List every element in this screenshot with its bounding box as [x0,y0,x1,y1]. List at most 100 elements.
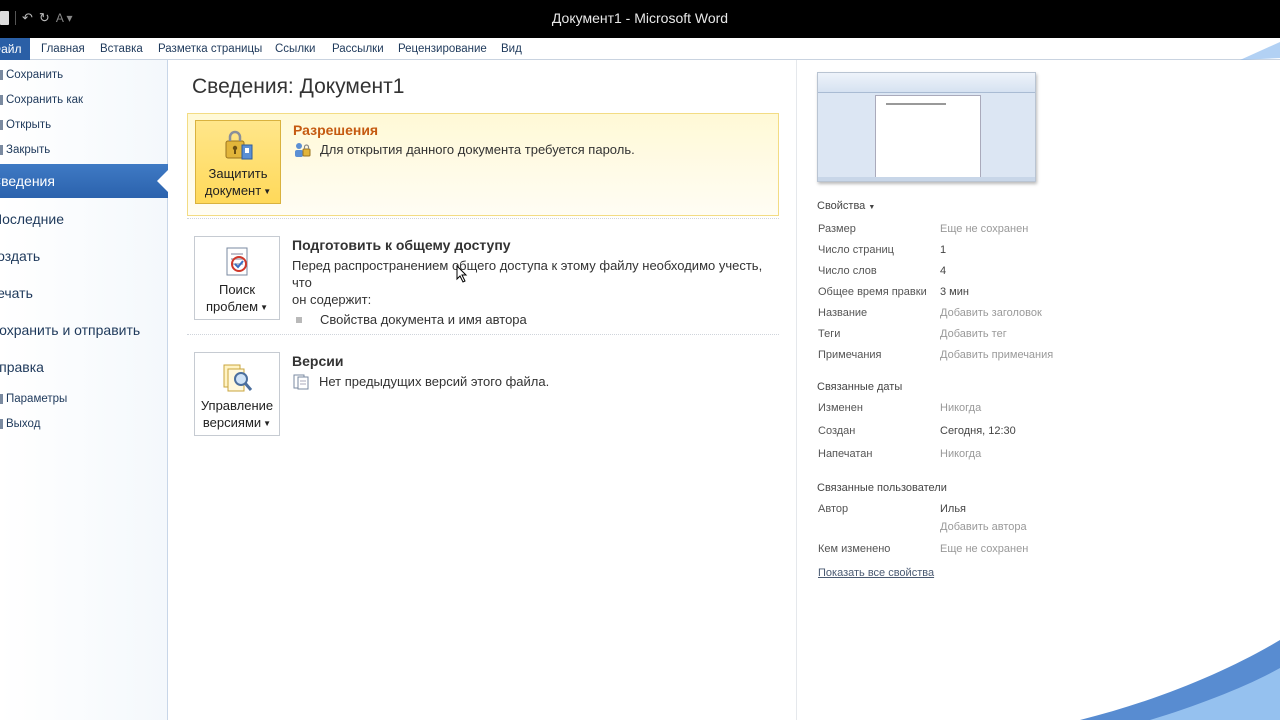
versions-magnifier-icon [223,364,253,392]
author-key: Автор [818,503,849,515]
prop-comments-key: Примечания [818,349,882,361]
nav-help[interactable]: Справка [0,350,168,384]
prop-size-value: Еще не сохранен [940,223,1029,235]
tab-file[interactable]: Файл [0,38,30,60]
properties-header: Свойства [817,200,866,212]
nav-exit[interactable]: Выход [0,414,40,434]
bullet-icon [296,316,302,323]
nav-exit-label: Выход [6,418,41,430]
nav-open-label: Открыть [6,119,52,131]
tab-references[interactable]: Ссылки [275,38,316,60]
nav-save[interactable]: Сохранить [0,65,63,85]
manage-versions-line1: Управление [200,398,274,413]
tab-page-layout[interactable]: Разметка страницы [158,38,262,60]
document-versions-icon [293,374,309,390]
nav-help-label: Справка [0,359,44,375]
save-icon [0,70,3,80]
related-dates-header: Связанные даты [817,381,903,393]
nav-save-as[interactable]: Сохранить как [0,90,83,110]
protect-button-line1: Защитить [208,166,268,181]
related-people-header: Связанные пользователи [817,482,947,494]
protect-document-button[interactable]: Защитить документ ▼ [195,120,281,204]
date-printed-key: Напечатан [818,448,873,460]
prop-tags-input[interactable]: Добавить тег [940,328,1007,340]
chevron-down-icon: ▼ [260,303,269,313]
permissions-text: Для открытия данного документа требуется… [320,142,635,157]
modified-by-value: Еще не сохранен [940,543,1029,555]
prepare-section: Поиск проблем ▼ Подготовить к общему дост… [187,229,779,329]
date-modified-value: Никогда [940,402,982,414]
permissions-heading: Разрешения [293,122,379,138]
prop-words-value: 4 [940,265,947,277]
section-divider [187,218,779,219]
exit-icon [0,419,3,429]
options-icon [0,394,3,404]
add-author-input[interactable]: Добавить автора [940,521,1027,533]
checklist-icon [226,247,248,276]
show-all-properties-link[interactable]: Показать все свойства [818,567,934,579]
prop-pages-value: 1 [940,244,947,256]
nav-recent[interactable]: Последние [0,202,168,236]
prop-edit-time-value: 3 мин [940,286,969,298]
ribbon-tabs: Файл Главная Вставка Разметка страницы С… [0,38,1280,60]
nav-options-label: Параметры [6,393,68,405]
prop-tags-key: Теги [818,328,841,340]
document-thumbnail [817,72,1036,182]
nav-new[interactable]: Создать [0,239,168,273]
prop-size-key: Размер [818,223,856,235]
date-created-key: Создан [818,425,856,437]
nav-print[interactable]: Печать [0,276,168,310]
lock-key-icon [225,130,253,160]
tab-home[interactable]: Главная [41,38,85,60]
save-as-icon [0,95,3,105]
versions-section: Управление версиями ▼ Версии Нет предыдущ… [187,345,779,445]
nav-open[interactable]: Открыть [0,115,51,135]
date-created-value: Сегодня, 12:30 [940,425,1016,437]
prop-title-input[interactable]: Добавить заголовок [940,307,1042,319]
nav-save-label: Сохранить [6,69,64,81]
tab-view[interactable]: Вид [501,38,522,60]
window-title: Документ1 - Microsoft Word [551,10,729,26]
permissions-section: Защитить документ ▼ Разрешения Для открыт… [187,113,779,216]
nav-close[interactable]: Закрыть [0,140,50,160]
thumbnail-statusbar [818,177,1035,181]
nav-info[interactable]: Сведения [0,164,168,198]
nav-recent-label: Последние [0,211,65,227]
prepare-text-line1: Перед распространением общего доступа к … [292,258,763,290]
check-issues-line2: проблем [205,299,259,314]
tab-mailings[interactable]: Рассылки [332,38,384,60]
versions-text: Нет предыдущих версий этого файла. [319,374,550,389]
manage-versions-line2: версиями [202,415,262,430]
protect-button-line2: документ [204,183,262,198]
modified-by-key: Кем изменено [818,543,891,555]
manage-versions-button[interactable]: Управление версиями ▼ [194,352,280,436]
properties-dropdown[interactable]: Свойства ▼ [817,200,875,212]
users-lock-icon [295,143,311,157]
close-doc-icon [0,145,3,155]
prepare-bullet-text: Свойства документа и имя автора [320,312,527,327]
nav-save-send[interactable]: Сохранить и отправить [0,313,168,347]
properties-pane: Свойства ▼ Размер Еще не сохранен Число … [796,60,1280,720]
prop-comments-input[interactable]: Добавить примечания [940,349,1053,361]
nav-save-send-label: Сохранить и отправить [0,322,141,338]
backstage-nav: Сохранить Сохранить как Открыть Закрыть … [0,60,168,720]
tab-review[interactable]: Рецензирование [398,38,487,60]
author-value[interactable]: Илья [940,503,966,515]
prepare-text-line2: он содержит: [292,292,372,307]
chevron-down-icon: ▼ [263,419,272,429]
check-issues-button[interactable]: Поиск проблем ▼ [194,236,280,320]
nav-new-label: Создать [0,248,41,264]
selected-arrow [157,170,168,192]
nav-options[interactable]: Параметры [0,389,67,409]
mouse-cursor-icon [456,265,468,283]
check-issues-line1: Поиск [218,282,256,297]
nav-close-label: Закрыть [6,144,51,156]
page-title: Сведения: Документ1 [192,75,405,98]
prop-pages-key: Число страниц [818,244,894,256]
chevron-down-icon: ▼ [868,204,876,211]
tab-insert[interactable]: Вставка [100,38,143,60]
thumbnail-page [875,95,981,180]
thumbnail-text-line [886,103,946,105]
section-divider [187,334,779,335]
prop-edit-time-key: Общее время правки [818,286,927,298]
